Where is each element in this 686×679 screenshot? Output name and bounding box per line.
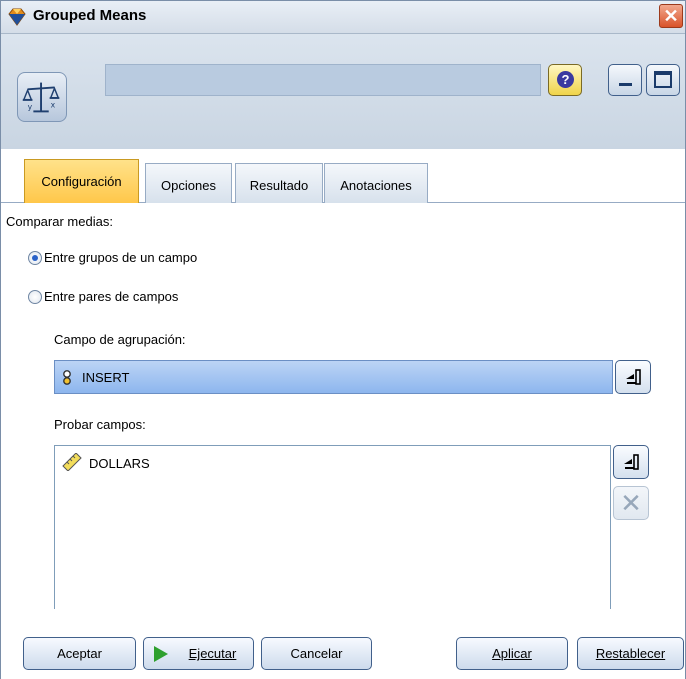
help-icon: ? <box>557 71 574 88</box>
cancel-button[interactable]: Cancelar <box>261 637 372 670</box>
play-icon <box>154 646 168 662</box>
ruler-icon <box>62 453 82 471</box>
svg-text:y: y <box>28 102 33 111</box>
ok-button[interactable]: Aceptar <box>23 637 136 670</box>
tab-resultado[interactable]: Resultado <box>235 163 323 203</box>
minimize-button[interactable] <box>608 64 642 96</box>
test-fields-picker-button[interactable] <box>613 445 649 479</box>
configuration-panel: Comparar medias: Entre grupos de un camp… <box>1 203 685 623</box>
grouped-means-dialog: Grouped Means ✕ y x ? Configuración Opci… <box>0 0 686 679</box>
radio-between-pairs[interactable] <box>28 290 42 304</box>
apply-button-label: Aplicar <box>492 646 532 661</box>
help-button[interactable]: ? <box>548 64 582 96</box>
grouping-field-value: INSERT <box>82 370 130 385</box>
title-bar: Grouped Means ✕ <box>1 1 685 34</box>
radio-between-groups-label[interactable]: Entre grupos de un campo <box>44 250 197 265</box>
node-icon: y x <box>17 72 67 122</box>
test-fields-list[interactable]: DOLLARS <box>54 445 611 612</box>
maximize-icon <box>654 71 672 88</box>
list-item-label: DOLLARS <box>89 456 150 471</box>
run-button[interactable]: Ejecutar <box>143 637 254 670</box>
balance-scale-icon: y x <box>22 82 60 113</box>
tab-anotaciones[interactable]: Anotaciones <box>324 163 428 203</box>
grouping-field-label: Campo de agrupación: <box>54 332 186 347</box>
close-icon: ✕ <box>663 6 679 26</box>
run-button-label: Ejecutar <box>188 646 237 661</box>
remove-field-button[interactable]: ✕ <box>613 486 649 520</box>
remove-x-icon: ✕ <box>620 488 642 518</box>
minimize-icon <box>619 83 632 86</box>
svg-text:x: x <box>51 101 56 110</box>
diamond-logo-icon <box>8 8 26 26</box>
close-button[interactable]: ✕ <box>659 4 683 28</box>
radio-between-pairs-label[interactable]: Entre pares de campos <box>44 289 178 304</box>
maximize-button[interactable] <box>646 64 680 96</box>
grouping-field-select[interactable]: INSERT <box>54 360 613 394</box>
tab-opciones[interactable]: Opciones <box>145 163 232 203</box>
node-name-field[interactable] <box>105 64 541 96</box>
grouping-field-picker-button[interactable] <box>615 360 651 394</box>
apply-button[interactable]: Aplicar <box>456 637 568 670</box>
field-picker-icon <box>626 369 641 385</box>
compare-means-label: Comparar medias: <box>6 214 113 229</box>
test-fields-label: Probar campos: <box>54 417 146 432</box>
flag-icon <box>63 370 71 385</box>
reset-button[interactable]: Restablecer <box>577 637 684 670</box>
tab-configuracion[interactable]: Configuración <box>24 159 139 203</box>
node-header: y x ? <box>1 34 685 149</box>
reset-button-label: Restablecer <box>595 646 666 661</box>
radio-between-groups[interactable] <box>28 251 42 265</box>
dialog-footer: Aceptar Ejecutar Cancelar Aplicar Restab… <box>1 609 685 679</box>
field-picker-icon <box>624 454 639 470</box>
window-title: Grouped Means <box>33 7 147 24</box>
